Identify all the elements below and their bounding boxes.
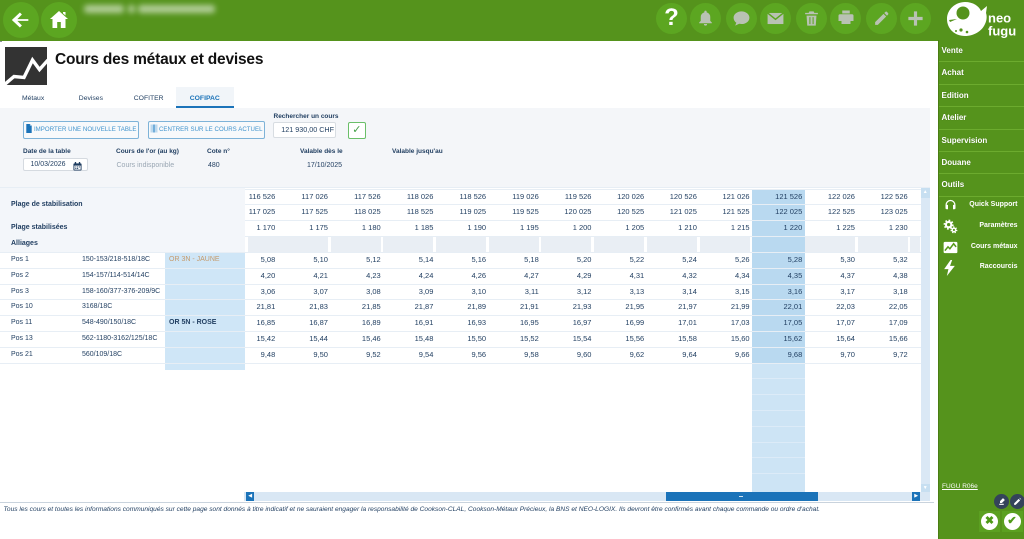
svg-text:fugu: fugu (988, 24, 1016, 39)
